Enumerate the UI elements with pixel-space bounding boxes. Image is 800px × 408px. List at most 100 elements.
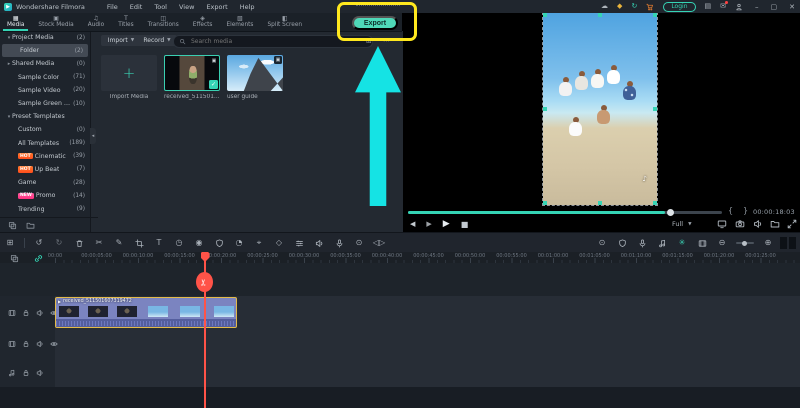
search-input[interactable] [189,37,343,46]
zoom-slider-knob[interactable] [742,241,747,246]
sync-icon[interactable]: ↻ [631,3,637,10]
keyframe-icon[interactable]: ◇ [269,239,289,247]
video-track[interactable] [0,329,800,360]
selection-handle[interactable] [653,107,657,111]
fullscreen-icon[interactable] [787,219,797,229]
timeline-clip[interactable]: ▶ received_511501607319472 [55,297,237,328]
lock-icon[interactable] [22,309,30,317]
zoom-out-icon[interactable]: ⊖ [712,239,732,247]
menu-help[interactable]: Help [240,3,255,11]
mute-icon[interactable] [36,369,44,377]
audio-track-icon[interactable] [8,369,16,377]
audio-edit-icon[interactable] [652,239,672,248]
tab-elements[interactable]: ▧Elements [219,13,260,31]
mask-icon[interactable] [209,239,229,248]
track-height-preset[interactable] [789,237,796,249]
undo-icon[interactable]: ↺ [29,239,49,247]
snapshot-camera-icon[interactable] [735,219,745,229]
progress-handle[interactable] [667,209,674,216]
sidebar-item-all-templates[interactable]: All Templates(189) [0,137,90,150]
split-icon[interactable]: ✂ [89,239,109,247]
audio-stretch-icon[interactable]: ◁▷ [369,239,389,247]
media-item-user-guide[interactable]: ▣ [227,55,283,91]
login-button[interactable]: Login [663,2,695,12]
import-media-tile[interactable]: + [101,55,157,91]
visibility-eye-icon[interactable] [50,340,58,348]
dual-monitor-icon[interactable] [717,219,727,229]
cart-icon[interactable] [646,3,654,11]
render-preview-icon[interactable]: ⊙ [349,239,369,247]
mark-icon[interactable] [612,239,632,248]
filmstrip-icon[interactable] [692,239,712,248]
lock-icon[interactable] [22,340,30,348]
playback-progress-bar[interactable] [408,211,722,214]
lock-icon[interactable] [22,369,30,377]
mute-icon[interactable] [36,340,44,348]
adjust-icon[interactable] [289,239,309,248]
sidebar-item-project-media[interactable]: ▾Project Media(2) [0,31,90,44]
export-frame-icon[interactable] [770,219,780,229]
grid-view-icon[interactable]: ⊞ [366,37,372,45]
timeline-zoom-slider[interactable] [736,242,754,244]
menu-export[interactable]: Export [206,3,227,11]
split-scissors-badge[interactable]: ✂ [196,272,213,292]
render-play-icon[interactable]: ⊙ [592,239,612,247]
tab-transitions[interactable]: ◫Transitions [141,13,186,31]
tab-media[interactable]: ▦Media [0,13,31,31]
motion-track-icon[interactable]: ⌖ [249,239,269,247]
sidebar-item-folder[interactable]: Folder(2) [2,44,88,57]
redo-icon[interactable]: ↻ [49,239,69,247]
crop-icon[interactable] [129,239,149,248]
track-manager-icon[interactable] [10,254,19,263]
zoom-to-fit-icon[interactable]: ⊕ [758,239,778,247]
video-track-icon[interactable] [8,340,16,348]
speaker-icon[interactable] [753,219,763,229]
video-track-icon[interactable] [8,309,16,317]
selection-handle[interactable] [598,201,602,205]
maximize-button[interactable]: ▢ [771,3,778,11]
record-voiceover-icon[interactable] [632,239,652,248]
selection-handle[interactable] [543,201,547,205]
menu-tool[interactable]: Tool [154,3,167,11]
edit-icon[interactable]: ✎ [109,239,129,247]
export-button[interactable]: Export [352,16,398,30]
sidebar-item-sample-green-scre-[interactable]: Sample Green Scre...(10) [0,97,90,110]
preview-video[interactable]: ♪ [543,13,657,205]
motion-tracking-icon[interactable]: ✳ [672,239,692,247]
messages-icon[interactable]: ✉ [720,3,726,10]
menu-edit[interactable]: Edit [130,3,143,11]
sidebar-item-up-beat[interactable]: HOTUp Beat(7) [0,163,90,176]
sidebar-item-cinematic[interactable]: HOTCinematic(39) [0,150,90,163]
search-box[interactable] [173,35,373,48]
sidebar-item-sample-video[interactable]: Sample Video(20) [0,84,90,97]
folder-icon[interactable] [26,221,35,230]
tab-split-screen[interactable]: ◧Split Screen [260,13,309,31]
tab-titles[interactable]: TTitles [111,13,140,31]
selection-handle[interactable] [653,201,657,205]
member-gem-icon[interactable]: ◆ [617,3,622,10]
sidebar-item-sample-color[interactable]: Sample Color(71) [0,71,90,84]
sidebar-item-promo[interactable]: NEWPromo(14) [0,189,90,202]
track-height-preset[interactable] [780,237,787,249]
cloud-icon[interactable]: ☁ [601,3,608,10]
menu-view[interactable]: View [179,3,194,11]
selection-handle[interactable] [543,107,547,111]
import-button[interactable]: Import▼ [101,35,141,46]
next-frame-button[interactable]: ▶ [426,220,431,228]
record-button[interactable]: Record▼ [137,35,177,46]
sidebar-item-preset-templates[interactable]: ▾Preset Templates [0,110,90,123]
mixer-icon[interactable] [309,239,329,248]
voiceover-icon[interactable] [329,239,349,248]
sidebar-collapse-handle[interactable]: ◂ [90,128,96,144]
toolbox-icon[interactable]: ⊞ [0,239,20,247]
tab-audio[interactable]: ♫Audio [81,13,111,31]
stop-button[interactable]: ■ [461,220,469,229]
previous-frame-button[interactable]: ◀ [410,220,415,228]
account-icon[interactable] [735,3,743,11]
timer-icon[interactable]: ◔ [229,239,249,247]
mute-icon[interactable] [36,309,44,317]
timeline-ruler[interactable]: 00:0000:00:05:0000:00:10:0000:00:15:0000… [55,252,800,263]
sidebar-item-shared-media[interactable]: ▸Shared Media(0) [0,57,90,70]
mark-in-icon[interactable]: { [728,206,733,215]
more-options-icon[interactable]: ⋯ [383,37,390,45]
